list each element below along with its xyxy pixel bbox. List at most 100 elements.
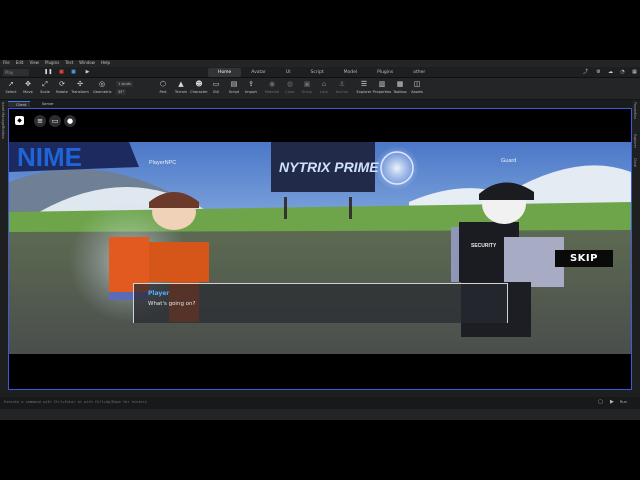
menu-bar: File Edit View Plugins Test Window Help [0, 60, 640, 66]
gui-tool[interactable]: ▭ GUI [207, 80, 225, 95]
security-badge: SECURITY [471, 243, 497, 249]
dialog-box: Player What's going on? [133, 283, 508, 323]
pause-icon[interactable]: ❚❚ [44, 69, 52, 76]
run-mode-select[interactable]: Play [3, 69, 29, 76]
clear-icon[interactable]: ▢ [598, 399, 603, 405]
tab-avatar[interactable]: Avatar [241, 68, 276, 77]
bell-icon[interactable]: ◔ [619, 69, 626, 76]
skip-button[interactable]: SKIP [555, 250, 613, 267]
menu-window[interactable]: Window [79, 60, 95, 66]
tab-ui[interactable]: UI [276, 68, 301, 77]
menu-icon[interactable]: ≡ [34, 115, 46, 127]
move-tool[interactable]: ✥ Move [19, 80, 37, 95]
explorer-tool[interactable]: ☰ Explorer [355, 80, 373, 95]
tab-plugins[interactable]: Plugins [367, 68, 403, 77]
dialog-text: What's going on? [148, 301, 196, 307]
tab-client[interactable]: Client [8, 101, 31, 107]
anchor-icon: ⚓ [338, 80, 346, 88]
scale-tool[interactable]: ⤢ Scale [36, 80, 54, 95]
stop-icon[interactable]: ■ [58, 69, 65, 76]
profile-icon[interactable]: ▦ [631, 69, 638, 76]
move-icon: ✥ [25, 80, 31, 88]
home-toolbar: ➚ Select ✥ Move ⤢ Scale ⟳ Rotate ✣ Transform … [0, 78, 640, 100]
left-sidebar: Asset Manager Toolbox [0, 100, 8, 390]
geometric-tool[interactable]: ◎ Geometric [93, 80, 112, 95]
roblox-topbar: ◆ ≡ ▭ ● [9, 109, 631, 141]
client-server-icon[interactable]: ■ [70, 69, 77, 76]
group-tool[interactable]: ▣ Group [298, 80, 316, 95]
output-tabs: Output Asset Manager [0, 390, 640, 406]
menu-edit[interactable]: Edit [16, 60, 24, 66]
import-icon: ⇪ [248, 80, 254, 88]
studio-window: File Edit View Plugins Test Window Help … [0, 60, 640, 420]
command-bar[interactable]: Execute a command with Ctrl+Enter or wit… [0, 397, 640, 409]
right-sidebar-explorer[interactable]: Explorer [633, 134, 637, 148]
color-tool[interactable]: ◍ Color [281, 80, 299, 95]
gear-icon[interactable]: ⚙ [595, 69, 602, 76]
import-tool[interactable]: ⇪ Import [242, 80, 260, 95]
properties-tool[interactable]: ▥ Properties [373, 80, 391, 95]
geometric-icon: ◎ [98, 80, 106, 88]
tab-server[interactable]: Server [34, 101, 58, 107]
rotate-tool[interactable]: ⟳ Rotate [53, 80, 71, 95]
run-label[interactable]: Run [620, 400, 627, 404]
material-tool[interactable]: ◉ Material [263, 80, 281, 95]
npc-right-name: Guard [501, 158, 516, 164]
npc-left-name: PlayerNPC [149, 160, 176, 166]
transform-icon: ✣ [77, 80, 83, 88]
toolbox-tool[interactable]: ▦ Toolbox [391, 80, 409, 95]
microphone-icon[interactable]: ● [64, 115, 76, 127]
cloud-icon[interactable]: ☁ [607, 69, 614, 76]
palette-icon: ◍ [286, 80, 294, 88]
right-sidebar: Properties Explorer Clout [632, 100, 640, 390]
command-input[interactable]: Execute a command with Ctrl+Enter or wit… [4, 400, 147, 404]
run-icon[interactable]: ▶ [610, 399, 614, 405]
ribbon-tab-row: Play ❚❚ ■ ■ ▶ Home Avatar UI Script Mode… [0, 67, 640, 78]
script-tool[interactable]: ▤ Script [225, 80, 243, 95]
left-sidebar-asset-manager[interactable]: Asset Manager [1, 102, 5, 127]
step-icon[interactable]: ▶ [84, 69, 91, 76]
menu-test[interactable]: Test [65, 60, 73, 66]
material-icon: ◉ [268, 80, 276, 88]
menu-help[interactable]: Help [101, 60, 110, 66]
character-tool[interactable]: ☻ Character [190, 80, 208, 95]
roblox-logo-icon[interactable]: ◆ [15, 116, 24, 125]
rotate-icon: ⟳ [59, 80, 65, 88]
left-banner-text: NIME [17, 142, 82, 172]
game-viewport[interactable]: ◆ ≡ ▭ ● NIME NYTRIX PRIME SECURITY Playe… [8, 108, 632, 390]
properties-icon: ▥ [378, 80, 386, 88]
lock-icon: ⌂ [321, 80, 327, 88]
menu-file[interactable]: File [3, 60, 10, 66]
viewport-bottom-bar [9, 354, 631, 389]
menu-plugins[interactable]: Plugins [45, 60, 59, 66]
transform-tool[interactable]: ✣ Transform [71, 80, 89, 95]
part-tool[interactable]: ⬡ Part [154, 80, 172, 95]
right-sidebar-properties[interactable]: Properties [633, 102, 637, 119]
ribbon-tabs: Home Avatar UI Script Model Plugins othe… [208, 68, 435, 77]
document-tabs: Client Server [8, 100, 632, 108]
menu-view[interactable]: View [29, 60, 39, 66]
tab-model[interactable]: Model [334, 68, 368, 77]
tab-home[interactable]: Home [208, 68, 242, 77]
tab-script[interactable]: Script [301, 68, 334, 77]
snap-move-field[interactable]: 1 studs [116, 81, 133, 87]
snap-rotate-field[interactable]: 45° [116, 89, 127, 95]
assets-tool[interactable]: ◫ Assets [408, 80, 426, 95]
dialog-speaker: Player [148, 290, 170, 297]
mountain-icon: ▲ [178, 80, 184, 88]
tab-other[interactable]: other [403, 68, 435, 77]
chat-icon[interactable]: ▭ [49, 115, 61, 127]
group-icon: ▣ [303, 80, 311, 88]
left-sidebar-toolbox[interactable]: Toolbox [1, 126, 5, 139]
explorer-icon: ☰ [360, 80, 368, 88]
terrain-tool[interactable]: ▲ Terrain [172, 80, 190, 95]
lock-tool[interactable]: ⌂ Lock [315, 80, 333, 95]
anchor-tool[interactable]: ⚓ Anchor [333, 80, 351, 95]
assets-icon: ◫ [413, 80, 421, 88]
cube-icon: ⬡ [159, 80, 167, 88]
character-icon: ☻ [195, 80, 203, 88]
script-icon: ▤ [230, 80, 238, 88]
right-sidebar-clout[interactable]: Clout [633, 158, 637, 167]
select-tool[interactable]: ➚ Select [2, 80, 20, 95]
share-icon[interactable]: ⤴ [582, 69, 589, 76]
